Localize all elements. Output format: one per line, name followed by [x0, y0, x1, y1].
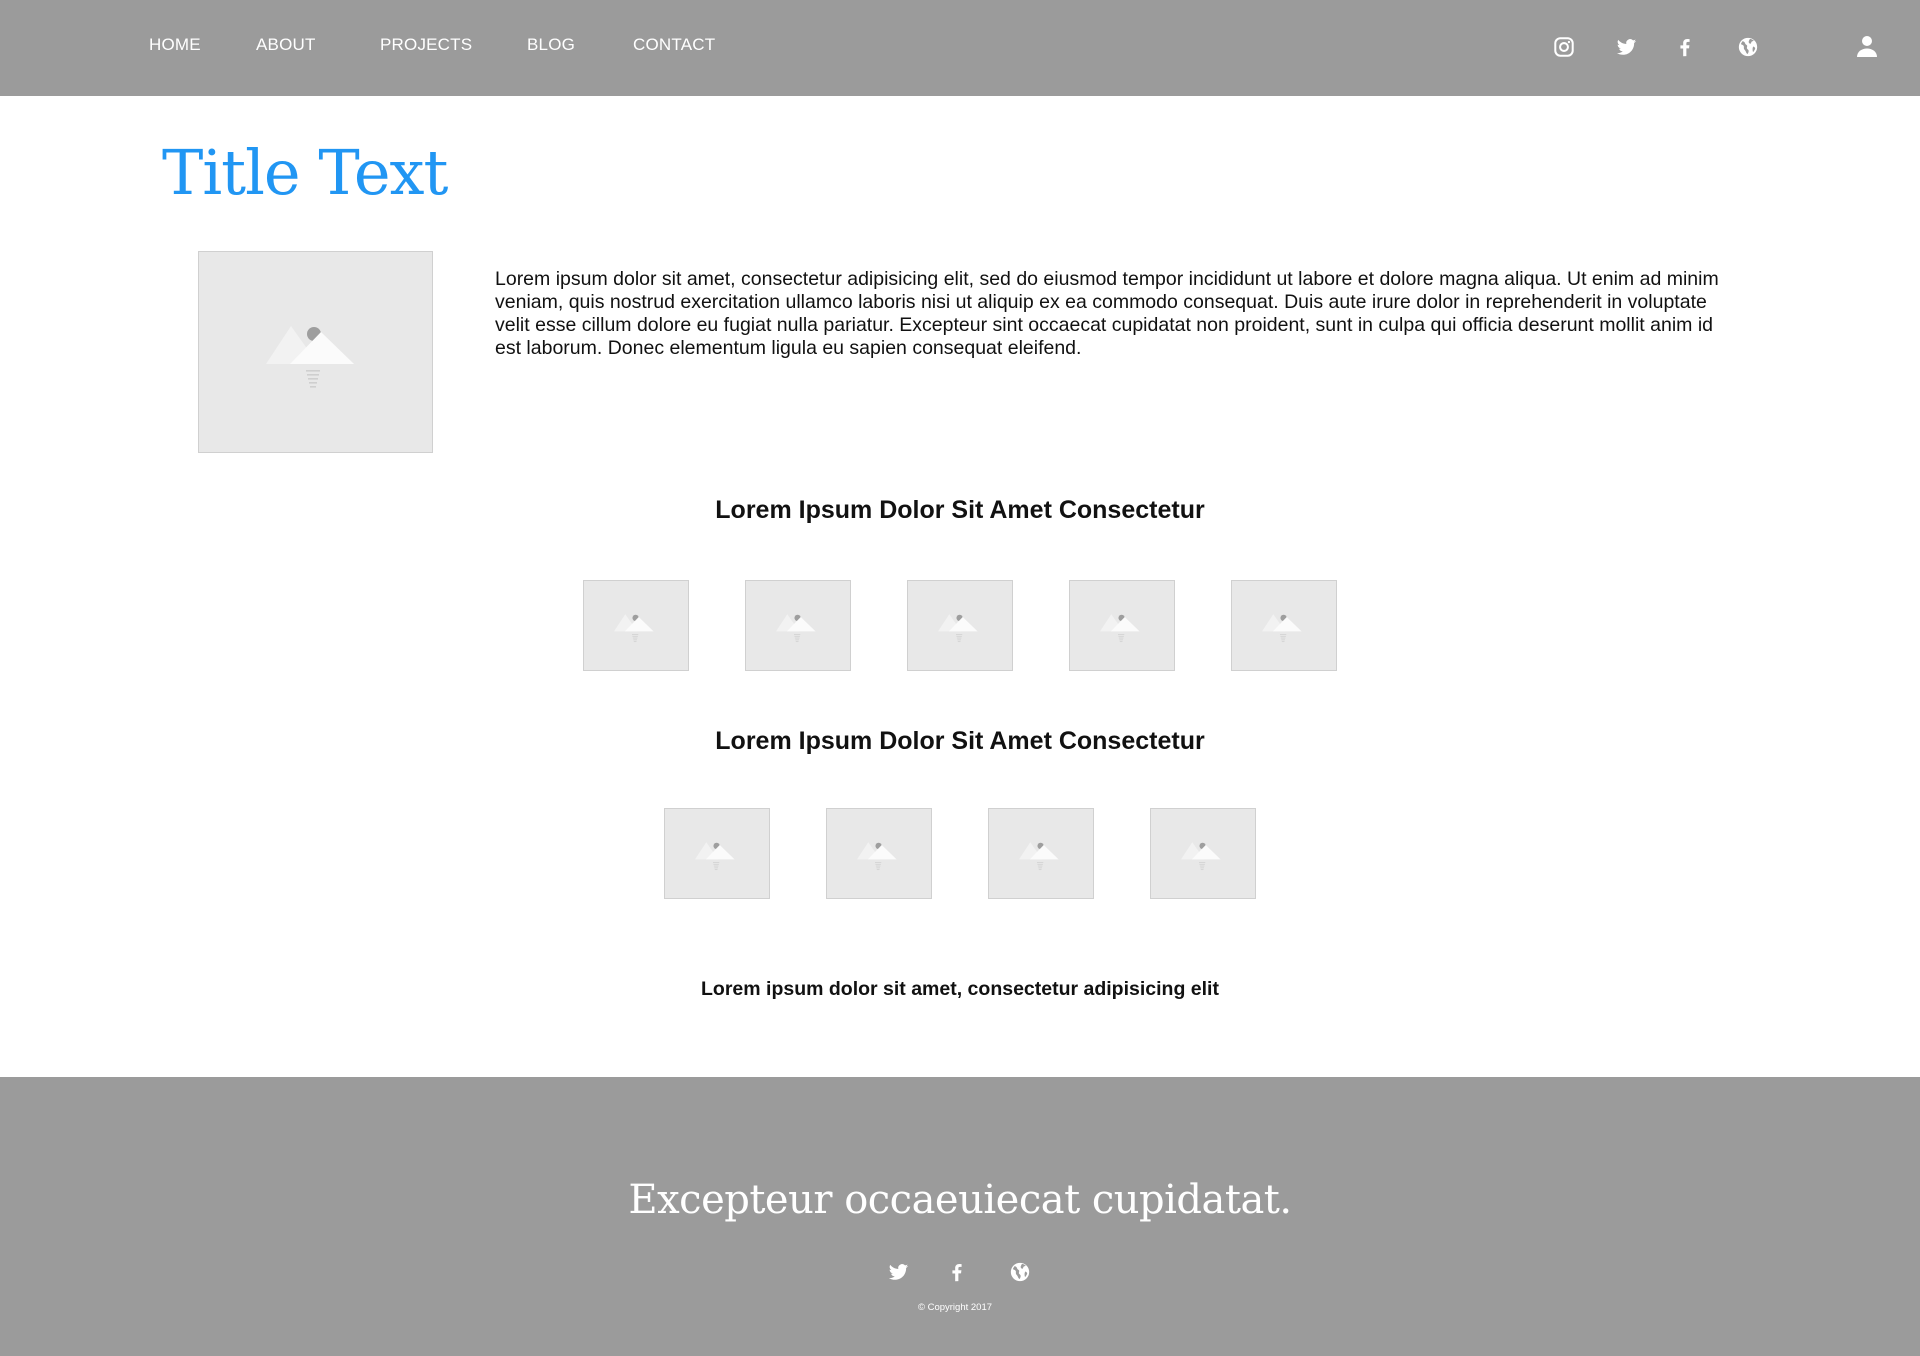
image-placeholder-icon [1100, 608, 1145, 644]
thumbnail-placeholder[interactable] [745, 580, 851, 671]
user-icon[interactable] [1854, 33, 1880, 59]
section-heading-1: Lorem Ipsum Dolor Sit Amet Consectetur [715, 496, 1205, 524]
image-placeholder-icon [266, 312, 366, 392]
caption-text: Lorem ipsum dolor sit amet, consectetur … [701, 978, 1219, 1000]
nav-about[interactable]: ABOUT [256, 35, 316, 55]
image-placeholder-icon [1262, 608, 1307, 644]
section-heading-2: Lorem Ipsum Dolor Sit Amet Consectetur [715, 727, 1205, 755]
image-placeholder-icon [1019, 836, 1064, 872]
thumbnail-placeholder[interactable] [583, 580, 689, 671]
thumbnail-placeholder[interactable] [1231, 580, 1337, 671]
top-navigation-bar: HOME ABOUT PROJECTS BLOG CONTACT [0, 0, 1920, 96]
facebook-icon[interactable] [944, 1259, 970, 1285]
image-placeholder-icon [1181, 836, 1226, 872]
twitter-icon[interactable] [885, 1259, 911, 1285]
facebook-icon[interactable] [1672, 34, 1698, 60]
thumbnail-placeholder[interactable] [907, 580, 1013, 671]
page-title: Title Text [162, 136, 448, 209]
footer-tagline: Excepteur occaeuiecat cupidatat. [628, 1177, 1292, 1223]
featured-image-placeholder [198, 251, 433, 453]
thumbnail-placeholder[interactable] [988, 808, 1094, 899]
footer: Excepteur occaeuiecat cupidatat. © Copyr… [0, 1077, 1920, 1356]
thumbnail-placeholder[interactable] [826, 808, 932, 899]
thumbnail-placeholder[interactable] [1150, 808, 1256, 899]
thumbnail-placeholder[interactable] [1069, 580, 1175, 671]
thumbnail-placeholder[interactable] [664, 808, 770, 899]
image-placeholder-icon [857, 836, 902, 872]
nav-home[interactable]: HOME [149, 35, 201, 55]
instagram-icon[interactable] [1551, 34, 1577, 60]
image-placeholder-icon [776, 608, 821, 644]
globe-icon[interactable] [1007, 1259, 1033, 1285]
intro-paragraph: Lorem ipsum dolor sit amet, consectetur … [495, 268, 1719, 359]
image-placeholder-icon [938, 608, 983, 644]
nav-contact[interactable]: CONTACT [633, 35, 715, 55]
copyright-text: © Copyright 2017 [917, 1302, 993, 1313]
image-placeholder-icon [614, 608, 659, 644]
nav-blog[interactable]: BLOG [527, 35, 575, 55]
image-placeholder-icon [695, 836, 740, 872]
globe-icon[interactable] [1735, 34, 1761, 60]
nav-projects[interactable]: PROJECTS [380, 35, 472, 55]
twitter-icon[interactable] [1613, 34, 1639, 60]
